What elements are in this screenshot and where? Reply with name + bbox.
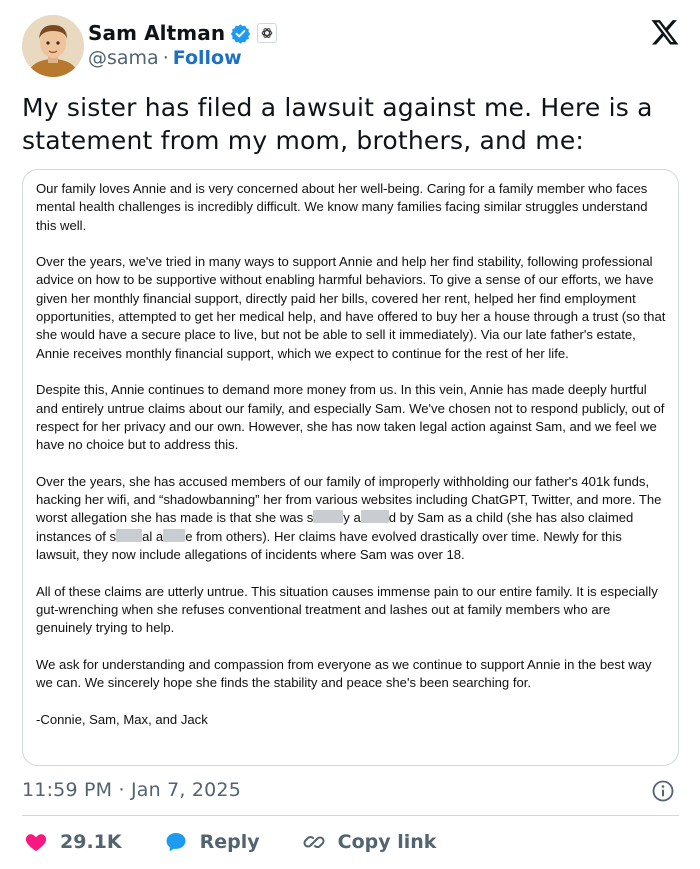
- link-icon: [303, 835, 325, 849]
- statement-paragraph: All of these claims are utterly untrue. …: [36, 583, 658, 636]
- divider: [22, 815, 679, 816]
- statement-paragraph: We ask for understanding and compassion …: [36, 656, 652, 691]
- reply-label: Reply: [199, 831, 260, 853]
- handle-row: @sama · Follow: [88, 47, 242, 69]
- like-count: 29.1K: [60, 831, 122, 853]
- verified-badge-icon: [230, 23, 251, 44]
- x-logo-icon[interactable]: [650, 17, 680, 47]
- tweet-text: My sister has filed a lawsuit against me…: [22, 93, 653, 155]
- separator-dot: ·: [162, 47, 169, 69]
- info-icon[interactable]: [651, 779, 675, 803]
- author-name-row: Sam Altman: [88, 21, 278, 45]
- like-button[interactable]: 29.1K: [24, 830, 122, 854]
- reply-button[interactable]: Reply: [164, 830, 260, 854]
- statement-image[interactable]: Our family loves Annie and is very conce…: [22, 169, 679, 766]
- heart-icon: [25, 834, 47, 851]
- redaction-block: [163, 528, 186, 542]
- statement-paragraph: Our family loves Annie and is very conce…: [36, 181, 648, 233]
- redaction-block: [313, 510, 344, 524]
- follow-button[interactable]: Follow: [173, 47, 242, 69]
- paragraph-segment: al a: [142, 528, 164, 544]
- author-handle[interactable]: @sama: [88, 47, 159, 69]
- statement-text: Our family loves Annie and is very conce…: [36, 180, 668, 747]
- openai-badge-icon[interactable]: [257, 23, 278, 43]
- reply-bubble-icon: [166, 833, 186, 852]
- tweet-header: Sam Altman @sama · Follow: [22, 15, 682, 79]
- redaction-block: [116, 528, 143, 542]
- copy-link-label: Copy link: [337, 831, 437, 853]
- copy-link-button[interactable]: Copy link: [302, 830, 437, 854]
- statement-signature: -Connie, Sam, Max, and Jack: [36, 711, 208, 727]
- statement-paragraph: Over the years, she has accused members …: [36, 473, 668, 564]
- author-name[interactable]: Sam Altman: [88, 21, 225, 45]
- statement-paragraph: Despite this, Annie continues to demand …: [36, 382, 665, 453]
- paragraph-segment: y a: [343, 510, 361, 526]
- redaction-block: [360, 510, 389, 524]
- statement-paragraph: Over the years, we've tried in many ways…: [36, 254, 666, 361]
- avatar-portrait-icon: [22, 15, 84, 77]
- action-bar: 29.1K Reply Copy link: [24, 828, 478, 856]
- avatar[interactable]: [22, 15, 84, 77]
- tweet-timestamp[interactable]: 11:59 PM · Jan 7, 2025: [22, 779, 241, 801]
